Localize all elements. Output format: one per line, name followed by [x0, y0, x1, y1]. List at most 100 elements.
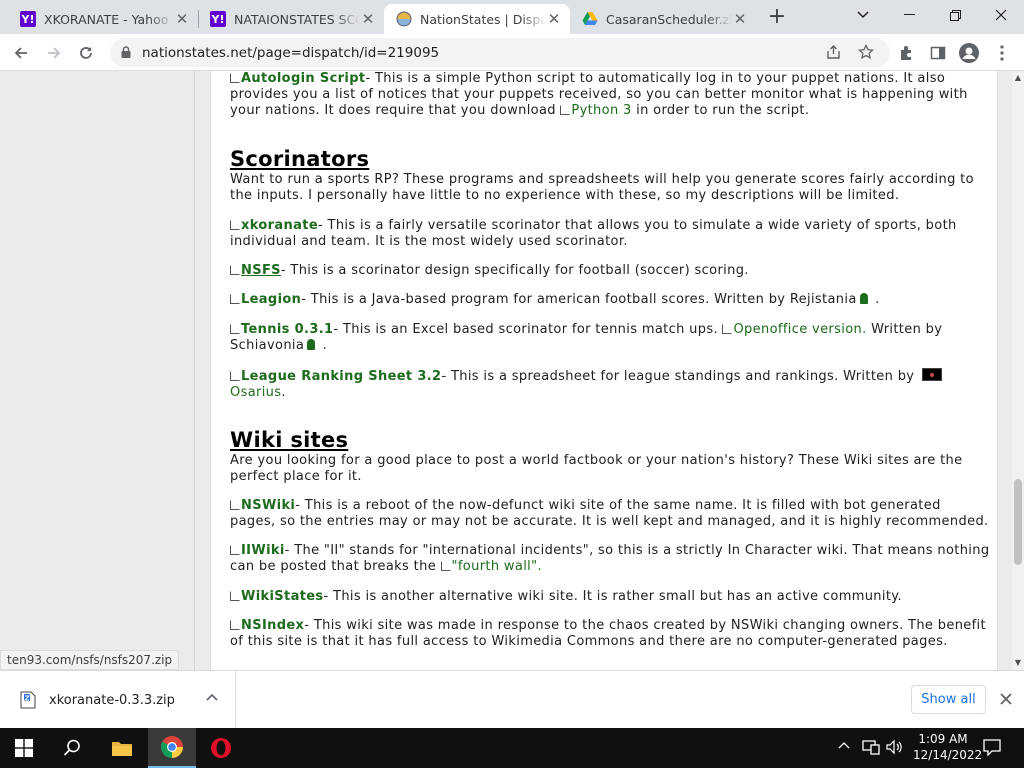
xkoranate-link[interactable]: xkoranate: [241, 218, 318, 233]
wiki-sites-heading: Wiki sites: [230, 428, 349, 452]
tab-nationstates-dispatch[interactable]: NationStates | Dispatch ✕: [384, 4, 570, 34]
menu-icon[interactable]: [989, 40, 1015, 66]
list-item: NSFS- This is a scorinator design specif…: [230, 263, 990, 279]
notifications-icon[interactable]: [983, 739, 1001, 756]
profile-avatar[interactable]: [956, 40, 982, 66]
list-item: NSWiki- This is a reboot of the now-defu…: [230, 498, 989, 529]
url-text[interactable]: nationstates.net/page=dispatch/id=219095: [142, 45, 439, 61]
external-link-icon: [230, 265, 240, 275]
clock-date: 12/14/2022: [913, 748, 983, 762]
tab-google-drive[interactable]: CasaranScheduler.zip - ✕: [570, 4, 756, 34]
scrollbar-thumb[interactable]: [1014, 479, 1022, 565]
volume-icon[interactable]: [886, 739, 904, 755]
leagion-link[interactable]: Leagion: [241, 292, 301, 307]
back-button[interactable]: [8, 40, 34, 66]
download-filename: xkoranate-0.3.3.zip: [49, 692, 175, 708]
external-link-icon: [230, 591, 240, 601]
close-icon[interactable]: ✕: [174, 10, 190, 28]
tab-yahoo-nationstates[interactable]: Y! NATAIONSTATES SCOR ✕: [198, 4, 384, 34]
list-item: NSIndex- This wiki site was made in resp…: [230, 618, 986, 649]
nationstates-icon: [396, 11, 412, 27]
bookmark-star-icon[interactable]: [858, 44, 874, 60]
nsfs-link[interactable]: NSFS: [241, 263, 281, 278]
league-ranking-link[interactable]: League Ranking Sheet 3.2: [241, 369, 441, 384]
clock-time: 1:09 AM: [918, 732, 968, 746]
zip-file-icon: [20, 691, 36, 709]
left-panel: [0, 71, 195, 670]
nation-icon[interactable]: [859, 293, 868, 304]
clock[interactable]: 1:09 AM 12/14/2022: [913, 731, 983, 763]
dispatch-body: Autologin Script- This is a simple Pytho…: [210, 71, 998, 670]
nswiki-link[interactable]: NSWiki: [241, 498, 295, 513]
tab-title: XKORANATE - Yahoo Se: [44, 11, 174, 27]
scroll-down-arrow[interactable]: ▼: [1014, 658, 1022, 667]
tab-title: NationStates | Dispatch: [420, 11, 546, 27]
iiwiki-link[interactable]: IIWiki: [241, 543, 285, 558]
python3-link[interactable]: Python 3: [571, 103, 631, 118]
external-link-icon: [230, 500, 240, 510]
autologin-link[interactable]: Autologin Script: [241, 71, 365, 86]
page-viewport: Autologin Script- This is a simple Pytho…: [0, 71, 1012, 670]
external-link-icon: [230, 294, 240, 304]
external-link-icon: [560, 105, 571, 115]
opera-icon[interactable]: [197, 728, 245, 768]
external-link-icon: [230, 73, 240, 83]
show-all-button[interactable]: Show all: [911, 685, 986, 714]
chrome-icon[interactable]: [148, 728, 196, 768]
side-panel-icon[interactable]: [925, 40, 951, 66]
list-item: xkoranate- This is a fairly versatile sc…: [230, 218, 957, 249]
chevron-up-icon[interactable]: [838, 741, 850, 749]
extensions-icon[interactable]: [893, 40, 919, 66]
nation-icon[interactable]: [307, 339, 316, 350]
close-window-button[interactable]: [978, 0, 1024, 30]
google-drive-icon: [582, 11, 598, 27]
reload-button[interactable]: [73, 40, 99, 66]
list-item: IIWiki- The "II" stands for "internation…: [230, 543, 990, 574]
forward-button[interactable]: [41, 40, 67, 66]
chevron-up-icon[interactable]: [206, 693, 218, 701]
new-tab-button[interactable]: +: [765, 6, 789, 30]
yahoo-icon: Y!: [210, 11, 226, 27]
restore-button[interactable]: [932, 0, 978, 30]
openoffice-link[interactable]: Openoffice version.: [733, 322, 866, 337]
tab-strip: Y! XKORANATE - Yahoo Se ✕ Y! NATAIONSTAT…: [0, 0, 1024, 34]
file-explorer-icon[interactable]: [98, 728, 146, 768]
fourth-wall-link[interactable]: "fourth wall".: [452, 559, 542, 574]
yahoo-icon: Y!: [20, 11, 36, 27]
search-icon[interactable]: [48, 728, 96, 768]
close-icon[interactable]: ✕: [546, 10, 562, 28]
tab-search-button[interactable]: [840, 0, 886, 30]
scroll-up-arrow[interactable]: ▲: [1014, 73, 1022, 82]
windows-taskbar: 1:09 AM 12/14/2022: [0, 728, 1024, 768]
scorinators-intro: Want to run a sports RP? These programs …: [230, 172, 974, 203]
browser-toolbar: nationstates.net/page=dispatch/id=219095: [0, 34, 1024, 71]
download-bar: xkoranate-0.3.3.zip Show all: [0, 670, 1024, 729]
share-icon[interactable]: [826, 45, 841, 60]
tab-title: NATAIONSTATES SCOR: [234, 11, 360, 27]
minimize-button[interactable]: [886, 0, 932, 30]
external-link-icon: [440, 561, 451, 571]
link-status-bubble: ten93.com/nsfs/nsfs207.zip: [0, 650, 180, 670]
lock-icon[interactable]: [121, 46, 131, 58]
tab-yahoo-xkoranate[interactable]: Y! XKORANATE - Yahoo Se ✕: [8, 4, 198, 34]
list-item: Tennis 0.3.1- This is an Excel based sco…: [230, 322, 943, 353]
windows-start-icon[interactable]: [0, 728, 48, 768]
autologin-paragraph: Autologin Script- This is a simple Pytho…: [230, 71, 968, 118]
external-link-icon: [230, 324, 240, 334]
tennis-link[interactable]: Tennis 0.3.1: [241, 322, 333, 337]
external-link-icon: [230, 620, 240, 630]
close-download-bar-icon[interactable]: [1000, 693, 1012, 705]
download-item[interactable]: xkoranate-0.3.3.zip: [0, 671, 236, 729]
address-bar[interactable]: nationstates.net/page=dispatch/id=219095: [110, 38, 890, 67]
close-icon[interactable]: ✕: [732, 10, 748, 28]
wikistates-link[interactable]: WikiStates: [241, 589, 324, 604]
nsindex-link[interactable]: NSIndex: [241, 618, 304, 633]
close-icon[interactable]: ✕: [360, 10, 376, 28]
external-link-icon: [230, 545, 240, 555]
tab-title: CasaranScheduler.zip -: [606, 11, 732, 27]
page-scrollbar[interactable]: ▲ ▼: [1012, 71, 1024, 670]
osarius-link[interactable]: Osarius: [230, 385, 281, 400]
flag-icon[interactable]: [921, 368, 942, 381]
network-icon[interactable]: [862, 739, 880, 755]
external-link-icon: [722, 324, 733, 334]
